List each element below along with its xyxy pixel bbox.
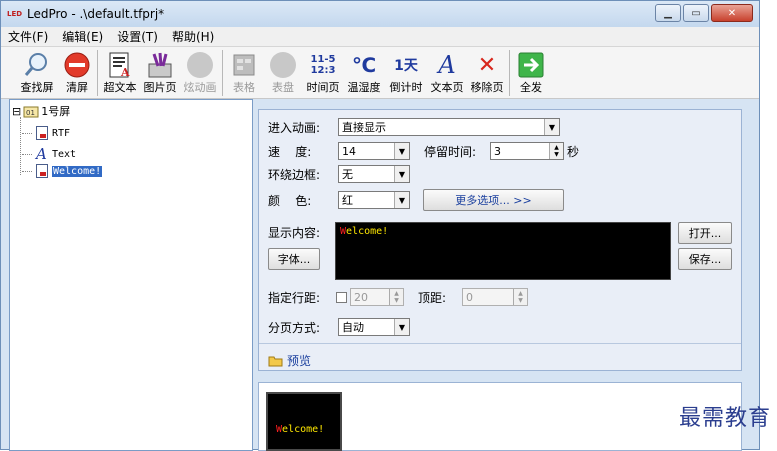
close-button[interactable]: ✕ [711, 4, 753, 22]
paging-select[interactable]: 自动 ▼ [338, 318, 410, 336]
toolbar-separator [222, 50, 223, 96]
line-spacing-row: 指定行距: 20 ▲ ▼ 顶距: 0 ▲ ▼ [268, 288, 528, 306]
toolbar-separator [97, 50, 98, 96]
rtf-doc-icon [36, 126, 48, 140]
table-button[interactable]: 表格 [225, 47, 263, 99]
tree-item-rtf[interactable]: RTF [22, 126, 70, 140]
tree-item-welcome[interactable]: Welcome! [22, 164, 103, 178]
line-spacing-label: 指定行距: [268, 290, 321, 305]
paging-label: 分页方式: [268, 320, 321, 335]
speed-select[interactable]: 14 ▼ [338, 142, 410, 160]
spinner-arrows-icon: ▲ ▼ [513, 289, 527, 305]
animation-icon [187, 49, 213, 81]
app-window: LED LedPro - .\default.tfprj* ▁ ▭ ✕ 文件(F… [0, 0, 760, 451]
folder-open-icon [268, 356, 283, 367]
top-margin-label: 顶距: [418, 290, 447, 305]
minimize-button[interactable]: ▁ [655, 4, 681, 22]
window-title: LedPro - .\default.tfprj* [27, 7, 165, 21]
temperature-icon: ℃ [351, 53, 377, 77]
clear-screen-button[interactable]: 清屏 [59, 47, 95, 99]
stay-time-label: 停留时间: [424, 144, 477, 159]
text-page-button[interactable]: A 文本页 [427, 47, 467, 99]
screen-node-icon: 01 [23, 106, 39, 118]
animation-button[interactable]: 炫动画 [180, 47, 220, 99]
enter-anim-select[interactable]: 直接显示 ▼ [338, 118, 560, 136]
image-page-button[interactable]: 图片页 [140, 47, 180, 99]
svg-text:01: 01 [26, 109, 35, 117]
save-button[interactable]: 保存... [678, 248, 732, 270]
speed-row: 速 度: 14 ▼ 停留时间: 3 ▲ ▼ 秒 [268, 142, 579, 160]
chevron-down-icon: ▼ [394, 166, 409, 182]
color-row: 颜 色: 红 ▼ 更多选项... >> [268, 189, 564, 211]
image-page-icon [146, 49, 174, 81]
content-editor[interactable]: Welcome! [335, 222, 671, 280]
menu-settings[interactable]: 设置(T) [110, 28, 165, 45]
text-page-icon: A [438, 51, 456, 79]
stay-time-spinner[interactable]: 3 ▲ ▼ [490, 142, 564, 160]
app-icon: LED [7, 10, 23, 18]
chevron-down-icon: ▼ [394, 143, 409, 159]
rtf-doc-icon [36, 164, 48, 178]
countdown-button[interactable]: 1天 倒计时 [385, 47, 427, 99]
menu-help[interactable]: 帮助(H) [165, 28, 221, 45]
find-screen-button[interactable]: 查找屏 [15, 47, 59, 99]
chevron-down-icon: ▼ [394, 192, 409, 208]
time-page-button[interactable]: 11-5 12:3 时间页 [303, 47, 343, 99]
countdown-icon: 1天 [394, 58, 418, 74]
divider [259, 343, 741, 344]
send-all-button[interactable]: 全发 [512, 47, 550, 99]
maximize-button[interactable]: ▭ [683, 4, 709, 22]
stay-time-unit: 秒 [567, 144, 580, 159]
font-button[interactable]: 字体... [268, 248, 320, 270]
color-label: 颜 色: [268, 193, 312, 208]
border-select[interactable]: 无 ▼ [338, 165, 410, 183]
paging-row: 分页方式: 自动 ▼ [268, 318, 410, 336]
menu-edit[interactable]: 编辑(E) [55, 28, 110, 45]
menu-file[interactable]: 文件(F) [1, 28, 55, 45]
open-button[interactable]: 打开... [678, 222, 732, 244]
time-page-icon: 11-5 12:3 [310, 54, 336, 76]
top-margin-spinner[interactable]: 0 ▲ ▼ [462, 288, 528, 306]
toolbar-separator [509, 50, 510, 96]
led-preview: Welcome! [266, 392, 342, 451]
speed-label: 速 度: [268, 144, 312, 159]
content-label: 显示内容: [268, 226, 321, 240]
watermark: 最需教育 [678, 406, 771, 431]
remove-page-button[interactable]: ✕ 移除页 [467, 47, 507, 99]
no-entry-icon [63, 49, 91, 81]
svg-text:A: A [120, 66, 130, 79]
clock-dial-icon [270, 49, 296, 81]
spinner-arrows-icon: ▲ ▼ [389, 289, 403, 305]
enter-anim-label: 进入动画: [268, 120, 321, 135]
color-select[interactable]: 红 ▼ [338, 191, 410, 209]
temperature-button[interactable]: ℃ 温湿度 [343, 47, 385, 99]
collapse-icon[interactable]: ⊟ [12, 105, 21, 118]
title-bar: LED LedPro - .\default.tfprj* ▁ ▭ ✕ [1, 1, 759, 27]
toolbar: 查找屏 清屏 A 超文本 图片页 炫动画 表格 表盘 11-5 12:3 时间页… [1, 47, 759, 99]
enter-anim-row: 进入动画: 直接显示 ▼ [268, 118, 560, 136]
send-all-icon [518, 49, 544, 81]
border-row: 环绕边框: 无 ▼ [268, 165, 410, 183]
table-icon [231, 49, 257, 81]
content-label-row: 显示内容: [268, 224, 320, 241]
line-spacing-checkbox[interactable] [336, 291, 347, 303]
chevron-down-icon: ▼ [544, 119, 559, 135]
spinner-arrows-icon: ▲ ▼ [549, 143, 563, 159]
border-label: 环绕边框: [268, 167, 321, 182]
search-icon [23, 49, 51, 81]
menu-bar: 文件(F) 编辑(E) 设置(T) 帮助(H) [1, 27, 759, 47]
more-options-button[interactable]: 更多选项... >> [423, 189, 564, 211]
line-spacing-spinner[interactable]: 20 ▲ ▼ [350, 288, 404, 306]
clock-dial-button[interactable]: 表盘 [263, 47, 303, 99]
remove-icon: ✕ [477, 52, 497, 78]
tree-line [20, 117, 21, 175]
chevron-down-icon: ▼ [394, 319, 409, 335]
richtext-button[interactable]: A 超文本 [100, 47, 140, 99]
preview-toggle[interactable]: 预览 [268, 352, 311, 369]
tree-item-text[interactable]: A Text [22, 145, 76, 163]
richtext-icon: A [107, 49, 133, 81]
screen-tree[interactable]: ⊟ 01 1号屏 RTF A Text Welcome! [9, 99, 253, 451]
text-page-icon: A [36, 145, 47, 163]
